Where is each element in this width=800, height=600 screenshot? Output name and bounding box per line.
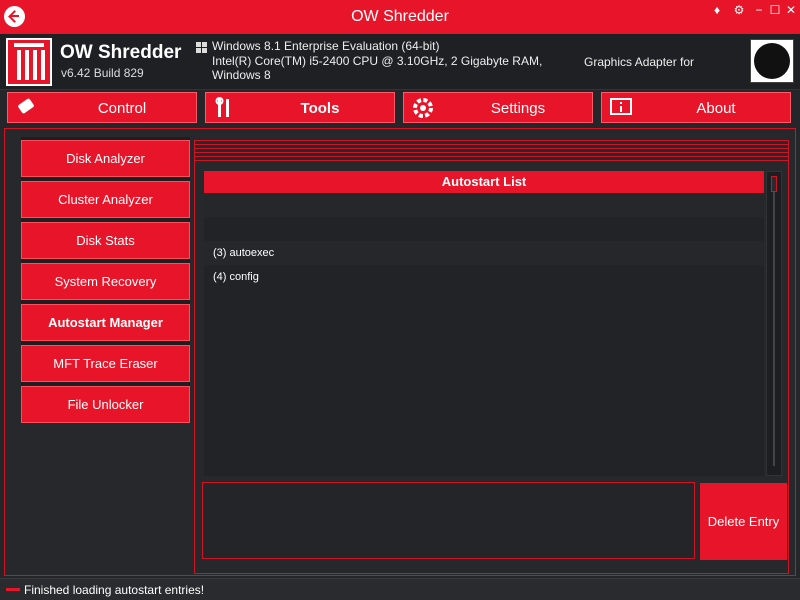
sidebar-item-disk-stats[interactable]: Disk Stats [21, 222, 190, 259]
list-item[interactable] [204, 217, 764, 241]
tools-panel: Disk Analyzer Cluster Analyzer Disk Stat… [4, 128, 796, 576]
graphics-info: Graphics Adapter for [584, 55, 695, 69]
status-indicator-icon [6, 588, 20, 591]
list-item[interactable]: (4) config [204, 265, 764, 289]
system-info: Windows 8.1 Enterprise Evaluation (64-bi… [212, 39, 552, 83]
list-item[interactable]: (3) autoexec [204, 241, 764, 265]
eraser-icon [18, 98, 34, 114]
entry-details-box[interactable] [202, 482, 695, 559]
sidebar-item-autostart-manager[interactable]: Autostart Manager [21, 304, 190, 341]
cpu-line: Intel(R) Core(TM) i5-2400 CPU @ 3.10GHz,… [212, 53, 543, 68]
windows-logo-icon [196, 42, 208, 54]
os-line: Windows 8.1 Enterprise Evaluation (64-bi… [212, 39, 440, 53]
tab-label: Control [97, 100, 147, 117]
shredder-logo-icon [6, 38, 52, 86]
tab-settings[interactable]: Settings [403, 92, 593, 123]
tab-about[interactable]: About [601, 92, 791, 123]
status-text: Finished loading autostart entries! [24, 583, 205, 597]
delete-entry-button[interactable]: Delete Entry [700, 483, 787, 560]
sidebar-item-file-unlocker[interactable]: File Unlocker [21, 386, 190, 423]
app-header: OW Shredder v6.42 Build 829 Windows 8.1 … [0, 34, 800, 90]
emblem-icon [750, 39, 794, 83]
tab-label: About [696, 100, 736, 117]
scrollbar-thumb[interactable] [771, 176, 777, 192]
sidebar-item-disk-analyzer[interactable]: Disk Analyzer [21, 140, 190, 177]
os-short: Windows 8 [212, 68, 271, 82]
sidebar-item-system-recovery[interactable]: System Recovery [21, 263, 190, 300]
tab-control[interactable]: Control [7, 92, 197, 123]
tab-label: Settings [490, 100, 546, 117]
decorative-stripes [195, 141, 788, 163]
autostart-list: Autostart List (3) autoexec (4) config [204, 171, 764, 476]
gear-icon [413, 98, 433, 118]
info-icon [610, 98, 632, 115]
window-title: OW Shredder [351, 8, 449, 25]
shield-icon[interactable]: ♦ [708, 3, 726, 17]
app-name: OW Shredder [60, 42, 182, 63]
status-bar: Finished loading autostart entries! [0, 578, 800, 600]
autostart-list-header: Autostart List [204, 171, 764, 193]
list-scrollbar[interactable] [766, 171, 782, 476]
autostart-content: Autostart List (3) autoexec (4) config D… [194, 140, 789, 574]
tools-icon [215, 97, 229, 117]
close-button[interactable]: ✕ [782, 3, 800, 17]
settings-icon[interactable]: ⚙ [730, 3, 748, 17]
sidebar-item-cluster-analyzer[interactable]: Cluster Analyzer [21, 181, 190, 218]
main-nav: Control Tools Settings About [0, 92, 800, 124]
sidebar-item-mft-trace-eraser[interactable]: MFT Trace Eraser [21, 345, 190, 382]
title-bar: OW Shredder ♦ ⚙ − ☐ ✕ [0, 0, 800, 34]
tab-label: Tools [300, 100, 340, 117]
app-version: v6.42 Build 829 [61, 66, 144, 80]
tab-tools[interactable]: Tools [205, 92, 395, 123]
list-item[interactable] [204, 193, 764, 217]
